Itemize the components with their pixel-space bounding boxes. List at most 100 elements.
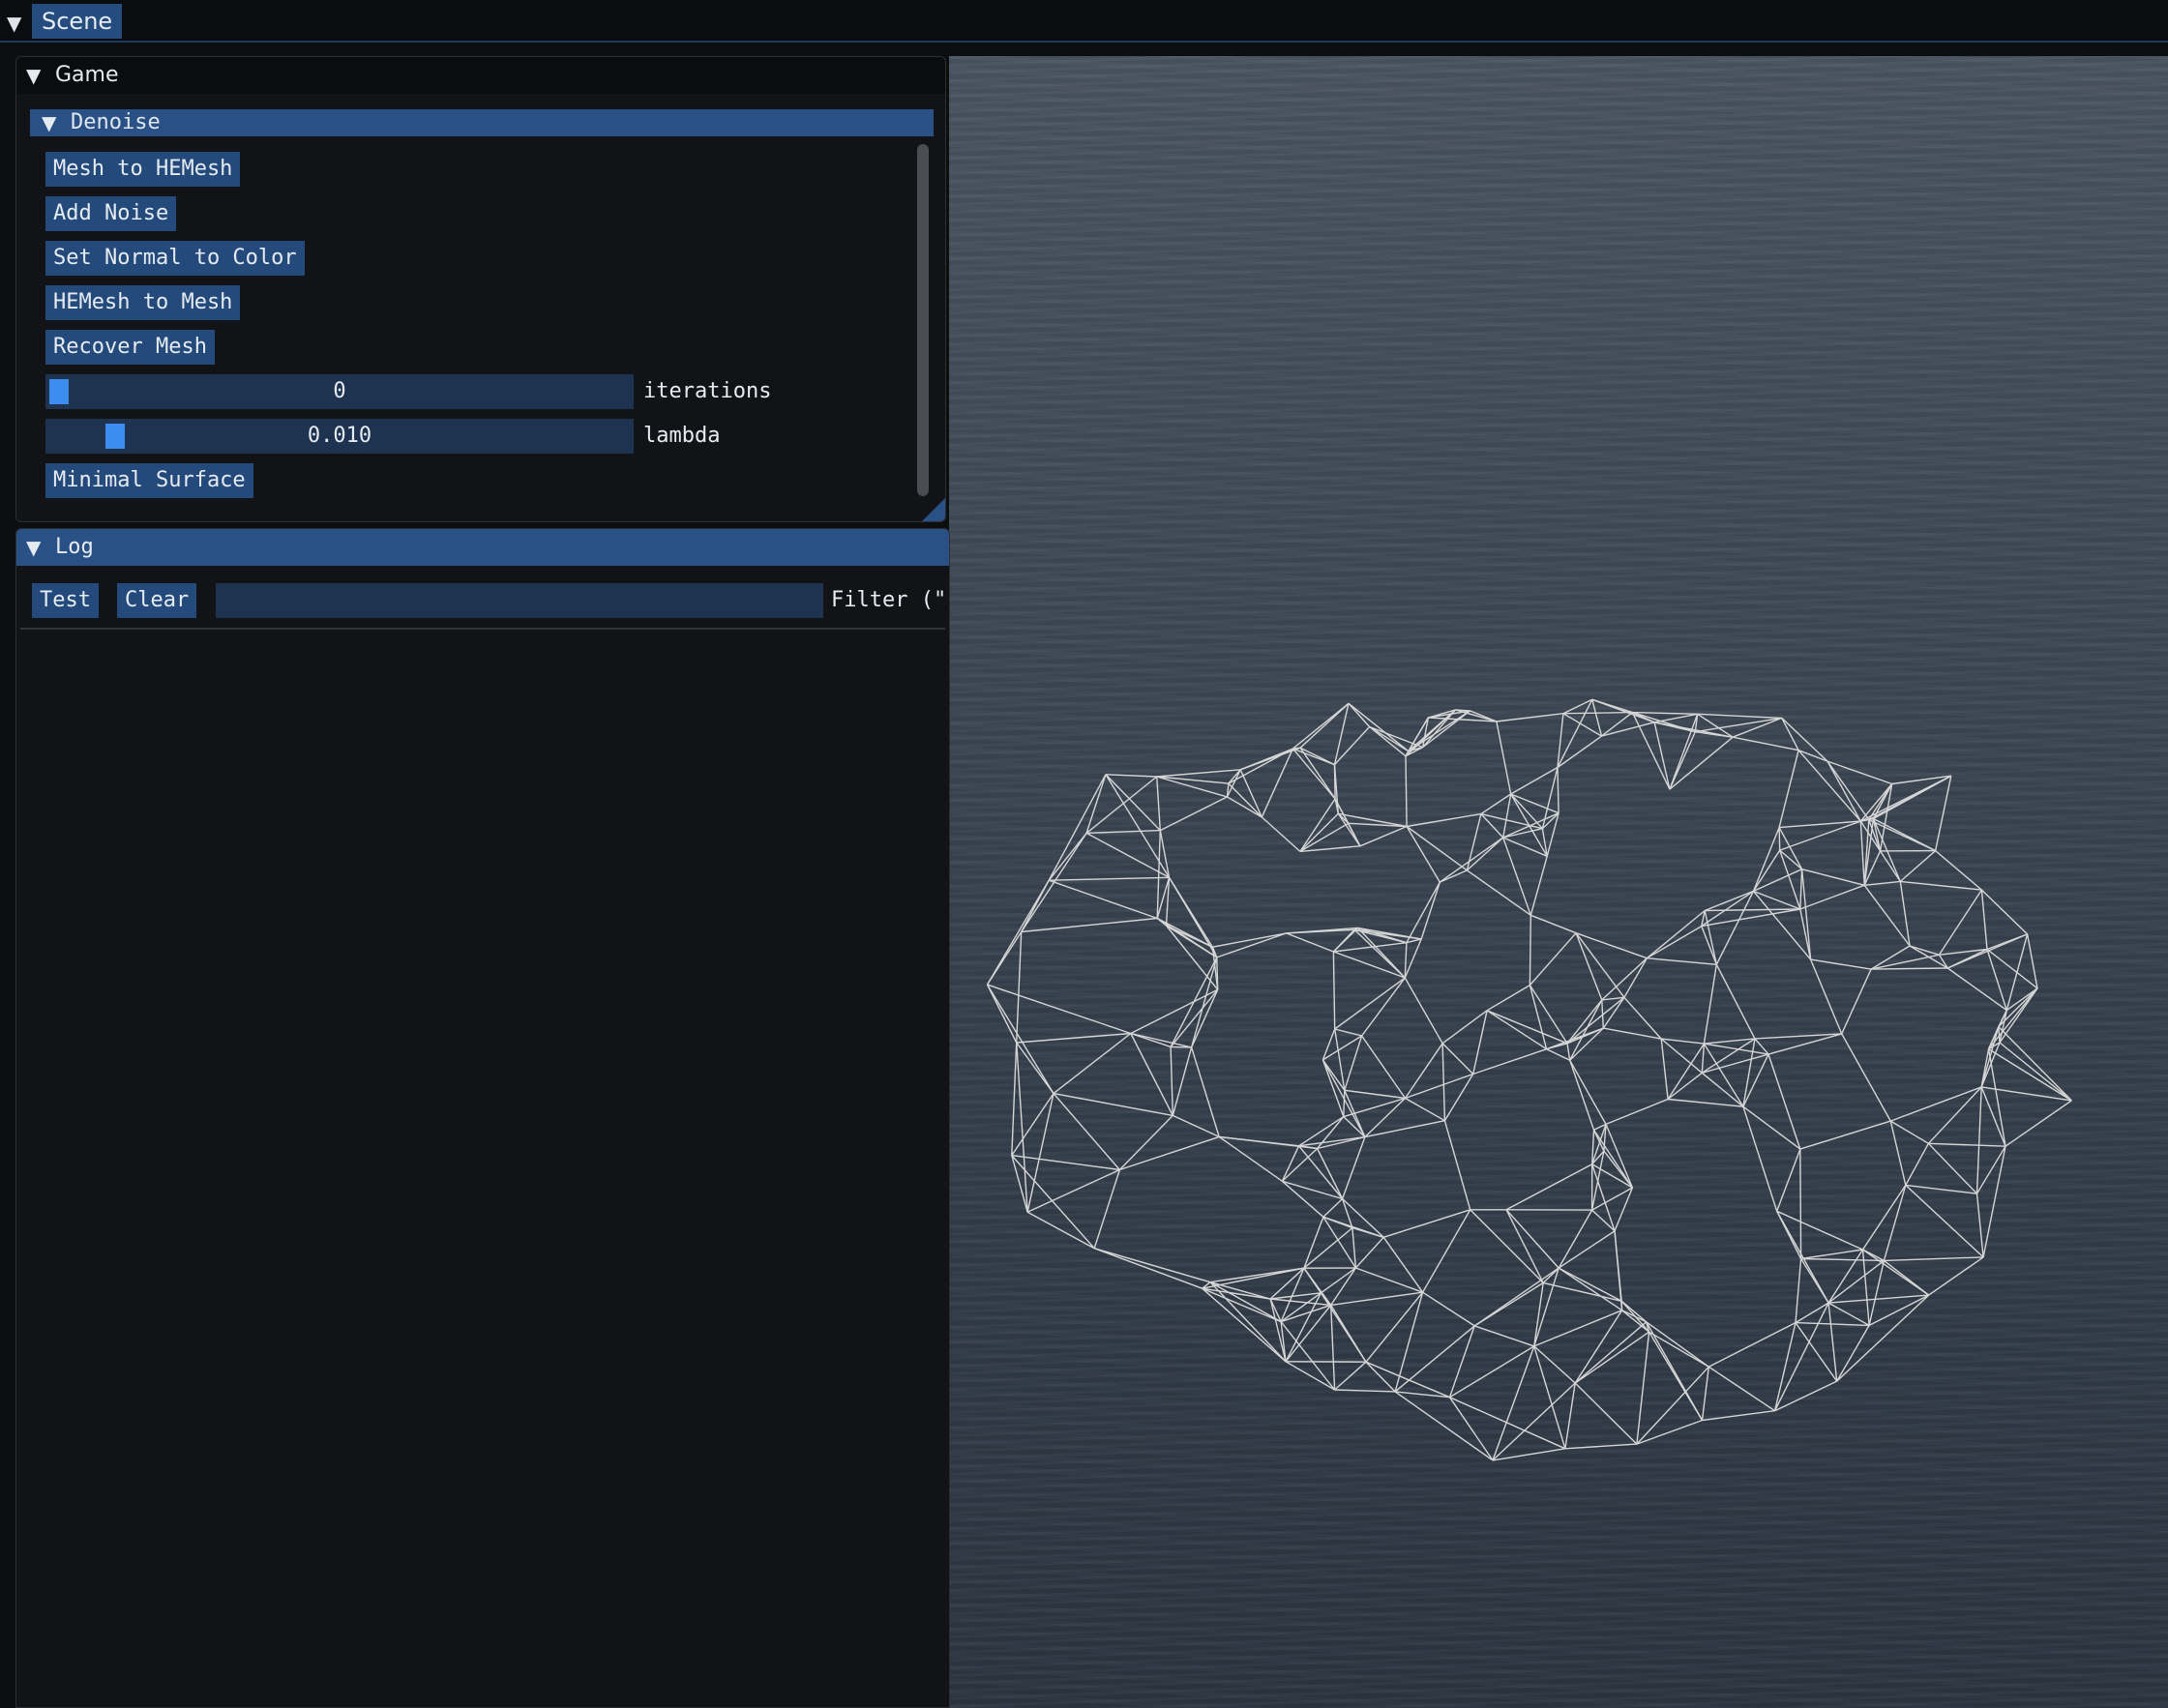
mesh-edge xyxy=(1286,932,1334,953)
mesh-edge xyxy=(1557,698,1593,768)
collapse-triangle-icon[interactable]: ▼ xyxy=(26,529,41,566)
mesh-edge xyxy=(1774,1380,1838,1412)
mesh-edge xyxy=(1927,1086,1982,1144)
mesh-edge xyxy=(1333,951,1406,979)
filter-input[interactable] xyxy=(216,583,823,618)
mesh-edge xyxy=(1975,1086,1982,1194)
mesh-edge xyxy=(1591,1187,1633,1211)
mesh-edge xyxy=(1703,1043,1744,1107)
mesh-edge xyxy=(1332,927,1359,953)
mesh-edge xyxy=(1330,1291,1423,1307)
mesh-edge xyxy=(1094,1248,1211,1283)
mesh-edge xyxy=(1404,942,1408,979)
mesh-edge xyxy=(1406,812,1482,828)
tab-scene[interactable]: Scene xyxy=(32,4,123,39)
mesh-edge xyxy=(1558,1230,1616,1269)
mesh-edge xyxy=(1767,1053,1801,1150)
scene-viewport[interactable] xyxy=(949,56,2168,1708)
mesh-edge xyxy=(1890,1086,1982,1122)
mesh-edge xyxy=(1705,908,1800,912)
mesh-edge xyxy=(1216,957,1219,990)
mesh-edge xyxy=(1190,957,1218,1048)
lambda-slider[interactable]: 0.010 xyxy=(45,419,634,454)
set-normal-to-color-button[interactable]: Set Normal to Color xyxy=(45,241,305,276)
mesh-edge xyxy=(1202,1267,1305,1289)
test-button[interactable]: Test xyxy=(32,583,99,618)
mesh-to-hemesh-button[interactable]: Mesh to HEMesh xyxy=(45,152,241,187)
log-window-titlebar[interactable]: ▼ Log xyxy=(16,529,949,566)
mesh-edge xyxy=(1603,1150,1633,1189)
mesh-edge xyxy=(1701,1044,1706,1074)
mesh-edge xyxy=(1864,880,1901,886)
resize-grip[interactable] xyxy=(922,498,945,521)
recover-mesh-button[interactable]: Recover Mesh xyxy=(45,330,215,365)
mesh-edge xyxy=(1344,1089,1406,1100)
mesh-edge xyxy=(1405,1097,1445,1122)
mesh-edge xyxy=(1443,1074,1474,1122)
mesh-edge xyxy=(1797,750,1861,822)
mesh-edge xyxy=(1938,889,1982,956)
mesh-edge xyxy=(1982,1146,2006,1258)
denoise-section-header[interactable]: ▼ Denoise xyxy=(30,109,934,136)
mesh-edge xyxy=(1934,776,1952,851)
mesh-edge xyxy=(1330,1267,1356,1306)
mesh-edge xyxy=(1827,1303,1838,1382)
lambda-label: lambda xyxy=(643,424,721,448)
mesh-edge xyxy=(1826,760,1892,785)
scrollbar-thumb[interactable] xyxy=(917,144,929,496)
mesh-edge xyxy=(1928,1142,2006,1147)
mesh-edge xyxy=(1156,776,1161,831)
mesh-edge xyxy=(1472,1048,1547,1075)
mesh-edge xyxy=(1879,850,1901,882)
mesh-edge xyxy=(1800,1249,1863,1260)
mesh-edge xyxy=(1776,1148,1801,1212)
log-output-area[interactable] xyxy=(20,633,945,1707)
mesh-edge xyxy=(1394,1292,1424,1393)
clear-button[interactable]: Clear xyxy=(117,583,197,618)
game-window-titlebar[interactable]: ▼ Game xyxy=(16,57,945,94)
mesh-edge xyxy=(1105,774,1157,778)
mesh-edge xyxy=(1334,1028,1346,1091)
mesh-edge xyxy=(1566,1043,1571,1061)
collapse-triangle-icon[interactable]: ▼ xyxy=(26,57,41,94)
mesh-edge xyxy=(1742,1053,1769,1107)
mesh-edge xyxy=(1281,1147,1319,1182)
mesh-edge xyxy=(1827,1249,1864,1304)
add-noise-button[interactable]: Add Noise xyxy=(45,196,177,231)
mesh-edge xyxy=(2026,933,2038,989)
mesh-edge xyxy=(1667,1072,1703,1101)
mesh-edge xyxy=(1330,1305,1336,1391)
mesh-edge xyxy=(1048,774,1107,881)
dropdown-triangle-icon[interactable]: ▼ xyxy=(7,12,21,35)
log-window: ▼ Log Test Clear Filter (" xyxy=(15,528,950,1708)
mesh-edge xyxy=(1905,1142,1930,1186)
mesh-edge xyxy=(1405,755,1408,827)
mesh-edge xyxy=(1605,1098,1669,1126)
mesh-edge xyxy=(1011,1154,1120,1171)
mesh-edge xyxy=(1601,957,1648,1001)
mesh-edge xyxy=(1935,850,1982,891)
hemesh-to-mesh-button[interactable]: HEMesh to Mesh xyxy=(45,285,241,320)
game-window-scrollbar[interactable] xyxy=(914,140,932,506)
iterations-slider[interactable]: 0 xyxy=(45,374,634,409)
mesh-edge xyxy=(1708,1366,1775,1412)
collapse-triangle-icon[interactable]: ▼ xyxy=(42,109,56,136)
mesh-edge xyxy=(1653,721,1671,790)
minimal-surface-button[interactable]: Minimal Surface xyxy=(45,463,253,498)
mesh-edge xyxy=(1646,1321,1709,1368)
mesh-edge xyxy=(1632,711,1698,715)
mesh-edge xyxy=(1093,1169,1121,1249)
mesh-edge xyxy=(1562,698,1593,715)
mesh-edge xyxy=(1334,798,1361,847)
mesh-edge xyxy=(1406,826,1440,883)
mesh-edge xyxy=(1365,1291,1424,1363)
mesh-edge xyxy=(1202,1287,1282,1323)
mesh-edge xyxy=(1016,1042,1028,1213)
mesh-edge xyxy=(1632,711,1696,733)
mesh-edge xyxy=(1353,928,1406,979)
mesh-edge xyxy=(1480,793,1512,815)
mesh-edge xyxy=(1285,1361,1335,1391)
mesh-edge xyxy=(1575,932,1603,1001)
mesh-edge xyxy=(1449,1345,1535,1399)
mesh-edge xyxy=(1987,1048,2006,1147)
